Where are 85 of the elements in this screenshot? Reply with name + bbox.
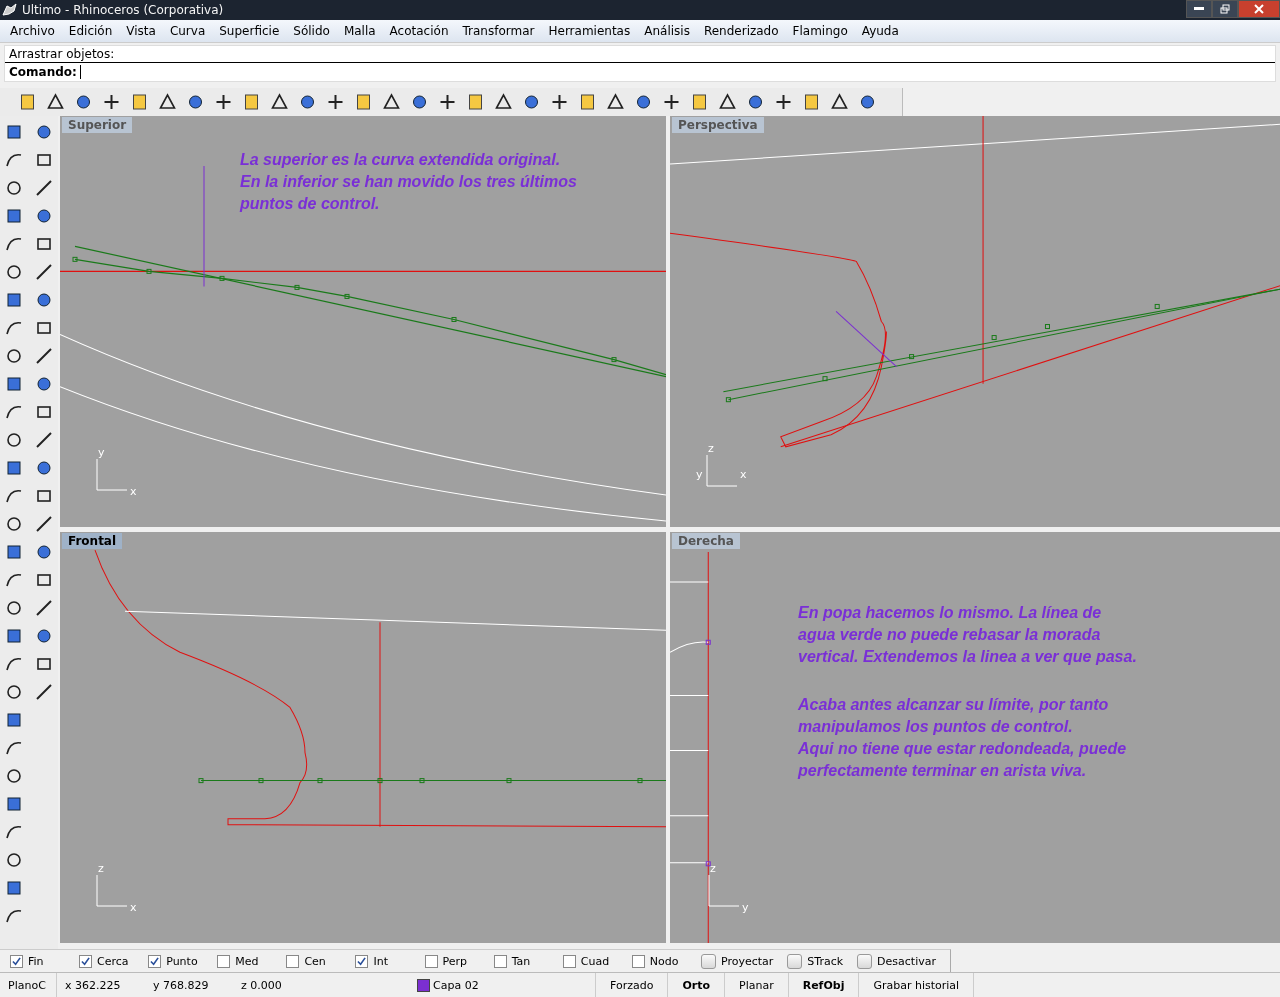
menu-item[interactable]: Sólido — [286, 24, 337, 38]
z-coordinate: z 0.000 — [240, 977, 283, 994]
viewport-title[interactable]: Frontal — [62, 533, 123, 549]
rhino-icon — [2, 2, 18, 18]
menu-item[interactable]: Vista — [119, 24, 163, 38]
mode-toggle[interactable]: Grabar historial — [859, 973, 975, 997]
mode-toggle[interactable]: RefObj — [788, 973, 860, 997]
checkbox[interactable] — [217, 954, 231, 968]
axis-label: x — [130, 486, 137, 497]
viewport[interactable]: Frontal z x — [60, 532, 666, 943]
close-button[interactable] — [1238, 0, 1280, 18]
toggle-box[interactable] — [857, 953, 873, 969]
viewport[interactable]: Superior y x La superior es la curva extendida original. En la inferior se han movido los tres últimos puntos de control. — [60, 116, 666, 527]
mode-toggle[interactable]: Orto — [668, 973, 725, 997]
viewport-title[interactable]: Superior — [62, 117, 133, 133]
osnap-checkbox[interactable]: Int — [355, 954, 425, 968]
checkbox[interactable] — [79, 954, 93, 968]
mode-toggle[interactable]: Planar — [725, 973, 789, 997]
menu-item[interactable]: Ayuda — [854, 24, 906, 38]
menu-item[interactable]: Curva — [162, 24, 213, 38]
x-coordinate: x 362.225 — [64, 977, 122, 994]
axis-label: y — [98, 447, 105, 458]
menu-item[interactable]: Herramientas — [541, 24, 638, 38]
osnap-checkbox[interactable]: Cen — [286, 954, 356, 968]
close-icon — [1254, 4, 1264, 14]
viewport[interactable]: Perspectiva z y x — [670, 116, 1280, 527]
toggle-box[interactable] — [700, 953, 716, 969]
menu-item[interactable]: Flamingo — [785, 24, 855, 38]
osnap-checkbox[interactable]: STrack — [787, 953, 844, 969]
menu-item[interactable]: Edición — [61, 24, 120, 38]
checkbox[interactable] — [493, 954, 507, 968]
axis-label: y — [742, 902, 749, 913]
viewport-title[interactable]: Derecha — [672, 533, 740, 549]
axis-icon — [708, 875, 740, 907]
menu-item[interactable]: Superficie — [212, 24, 287, 38]
checkbox[interactable] — [10, 954, 23, 968]
viewport-title[interactable]: Perspectiva — [672, 117, 764, 133]
osnap-checkbox[interactable]: Med — [217, 954, 287, 968]
minimize-icon — [1194, 7, 1204, 11]
axis-label: x — [740, 469, 747, 480]
command-field[interactable]: Comando: — [5, 63, 1275, 81]
checkbox[interactable] — [286, 954, 300, 968]
osnap-checkbox[interactable]: Cuad — [562, 954, 632, 968]
axis-icon — [96, 875, 128, 907]
axis-label: z — [708, 443, 714, 454]
menu-item[interactable]: Archivo — [3, 24, 62, 38]
checkbox[interactable] — [424, 954, 438, 968]
menu-item[interactable]: Transformar — [455, 24, 542, 38]
annotation-text: Acaba antes alcanzar su límite, por tanto manipulamos los puntos de control. Aqui no tiene que estar redondeada, puede perfectamente terminar en arista viva. — [798, 695, 1128, 781]
osnap-checkbox[interactable]: Perp — [424, 954, 494, 968]
annotation-text: La superior es la curva extendida original. En la inferior se han movido los tres últimos puntos de control. — [240, 150, 577, 214]
annotation-text: En popa hacemos lo mismo. La línea de agua verde no puede rebasar la morada vertical. Extendemos la linea a ver que pasa. — [798, 603, 1137, 667]
osnap-checkbox[interactable]: Tan — [493, 954, 563, 968]
window-title: Ultimo - Rhinoceros (Corporativa) — [22, 3, 224, 17]
axis-label: z — [710, 863, 716, 874]
checkbox[interactable] — [355, 954, 369, 968]
cplane-label: PlanoC — [0, 973, 57, 997]
menu-item[interactable]: Renderizado — [696, 24, 786, 38]
osnap-checkbox[interactable]: Cerca — [79, 954, 149, 968]
osnap-checkbox[interactable]: Nodo — [631, 954, 701, 968]
command-history: Arrastrar objetos: — [9, 47, 115, 61]
menu-item[interactable]: Análisis — [637, 24, 697, 38]
layer-name[interactable]: Capa 02 — [433, 978, 479, 992]
menu-item[interactable]: Malla — [336, 24, 383, 38]
checkbox[interactable] — [562, 954, 576, 968]
axis-label: z — [98, 863, 104, 874]
maximize-button[interactable] — [1212, 0, 1238, 18]
mode-toggle[interactable]: Forzado — [596, 973, 669, 997]
axis-icon — [96, 459, 128, 491]
y-coordinate: y 768.829 — [152, 977, 210, 994]
axis-label: x — [130, 902, 137, 913]
osnap-checkbox[interactable]: Proyectar — [700, 953, 774, 969]
checkbox[interactable] — [631, 954, 645, 968]
osnap-checkbox[interactable]: Desactivar — [857, 953, 936, 969]
dot-icon[interactable] — [34, 122, 54, 142]
toggle-box[interactable] — [787, 953, 803, 969]
axis-icon — [706, 455, 738, 487]
axis-label: y — [696, 469, 703, 480]
minimize-button[interactable] — [1186, 0, 1212, 18]
menu-item[interactable]: Acotación — [382, 24, 456, 38]
restore-icon — [1220, 4, 1230, 14]
circle-icon[interactable] — [4, 178, 24, 198]
osnap-checkbox[interactable]: Fin — [10, 954, 80, 968]
osnap-checkbox[interactable]: Punto — [148, 954, 218, 968]
checkbox[interactable] — [148, 954, 162, 968]
